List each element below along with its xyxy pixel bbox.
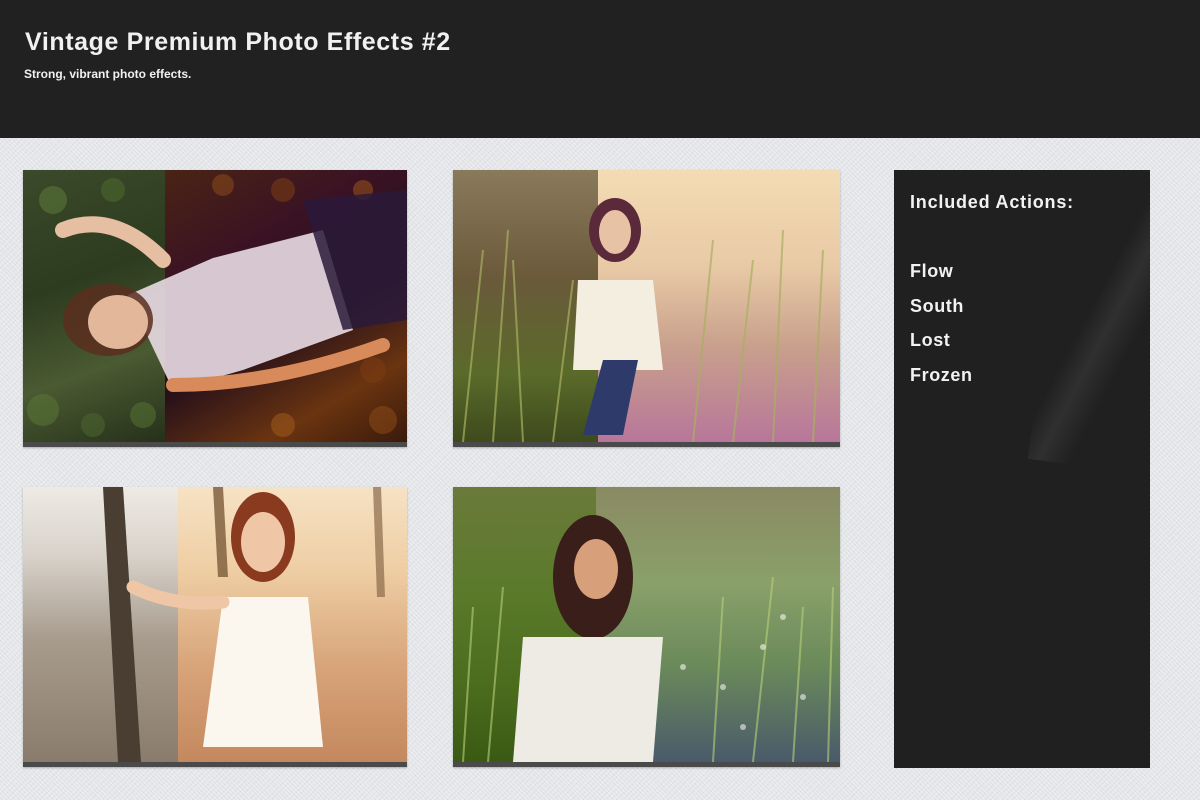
page-subtitle: Strong, vibrant photo effects. [24, 67, 192, 81]
photo-subject-illustration [27, 174, 407, 437]
photo-preview-meadow[interactable] [453, 487, 840, 767]
photo-preview-beach[interactable] [23, 487, 407, 767]
photo-subject-illustration [462, 198, 824, 442]
included-actions-panel: Included Actions: Flow South Lost Frozen [894, 170, 1150, 768]
photo-subject-illustration [462, 515, 834, 762]
action-item-lost[interactable]: Lost [910, 329, 973, 364]
actions-list: Flow South Lost Frozen [910, 260, 973, 399]
included-actions-title: Included Actions: [910, 192, 1074, 212]
action-item-flow[interactable]: Flow [910, 260, 973, 295]
panel-sheen-decoration [1027, 170, 1150, 479]
action-item-south[interactable]: South [910, 295, 973, 330]
photo-subject-illustration [103, 487, 385, 762]
photo-preview-grass[interactable] [453, 170, 840, 447]
header-bar: Vintage Premium Photo Effects #2 Strong,… [0, 0, 1200, 138]
photo-preview-ivy[interactable] [23, 170, 407, 447]
action-item-frozen[interactable]: Frozen [910, 364, 973, 399]
page-title: Vintage Premium Photo Effects #2 [25, 28, 451, 56]
